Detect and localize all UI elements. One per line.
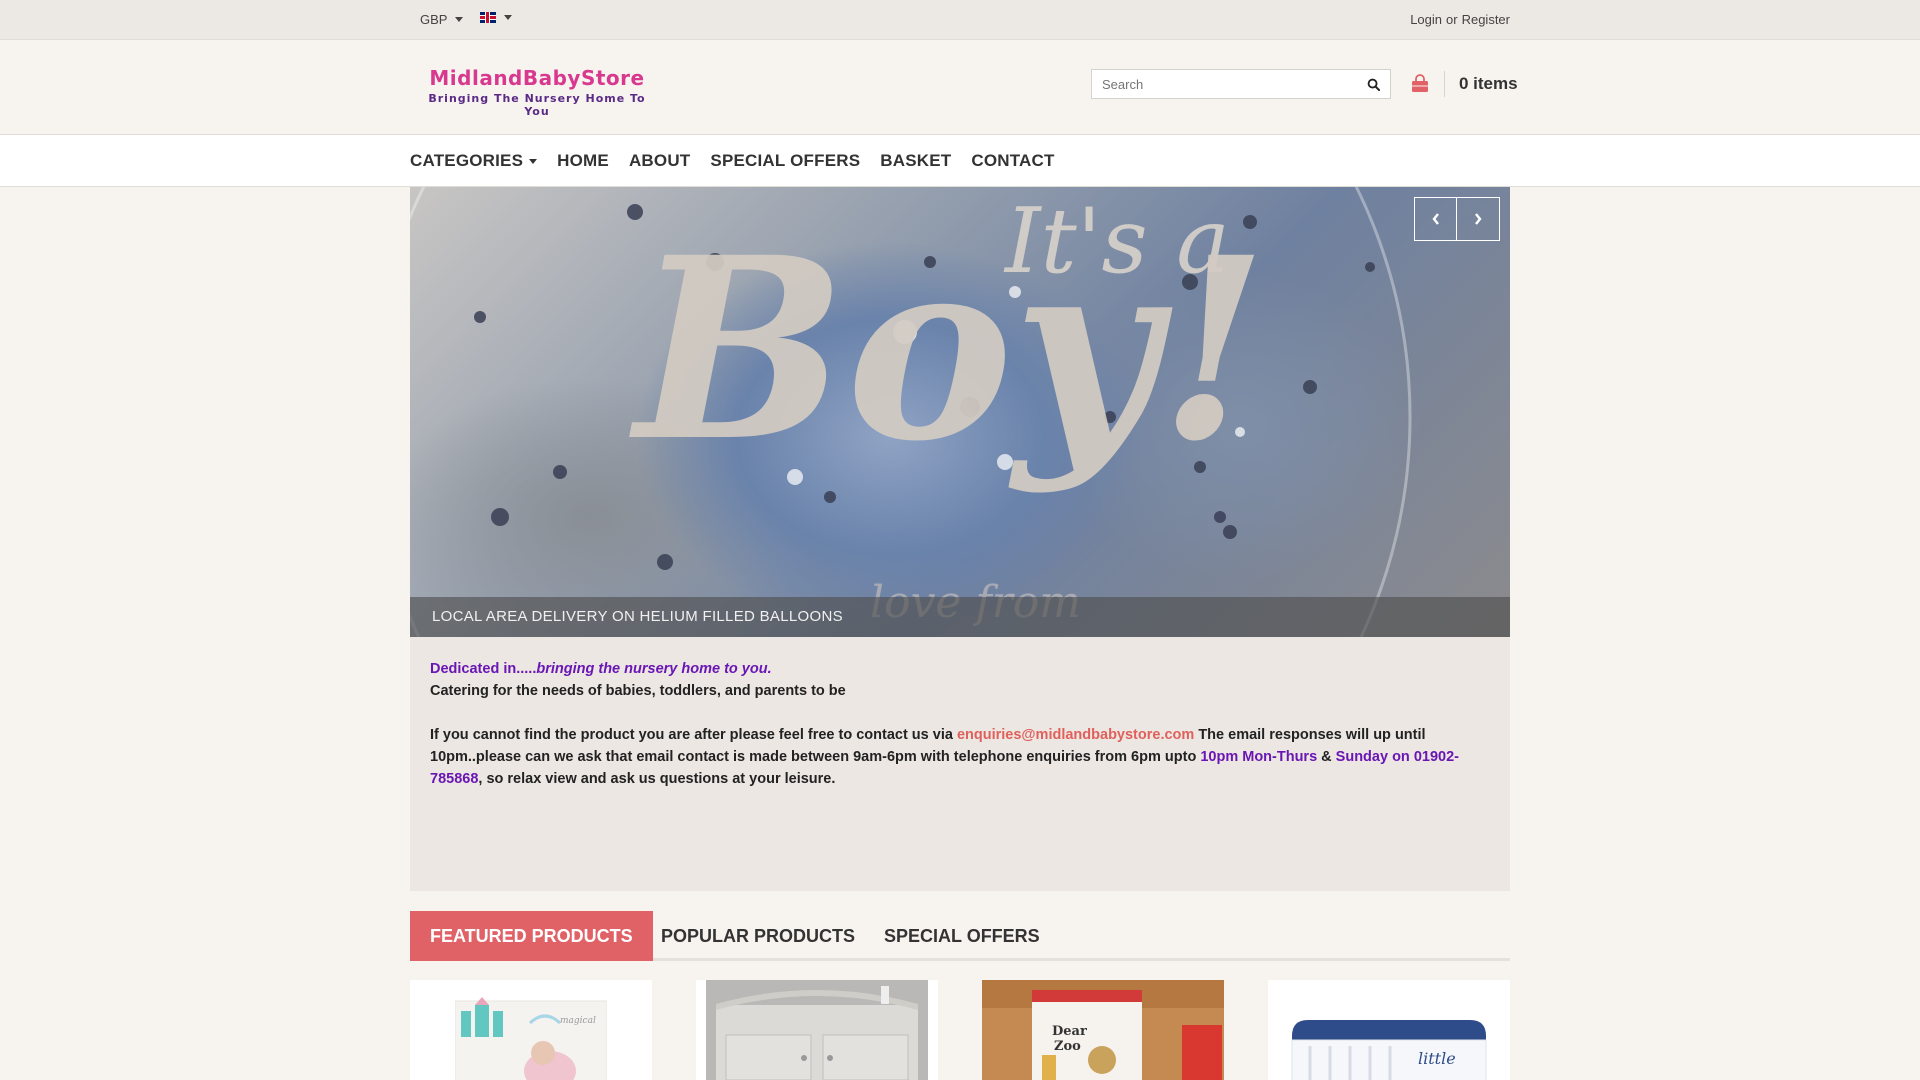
currency-label: GBP	[420, 12, 448, 27]
nav-item-label: BASKET	[880, 151, 952, 170]
catering-text: Catering for the needs of babies, toddle…	[430, 683, 846, 699]
welcome-heading: Dedicated in.....bringing the nursery ho…	[430, 658, 1490, 680]
language-selector[interactable]	[480, 12, 512, 23]
cart-divider	[1444, 71, 1445, 97]
cart-count: 0 items	[1459, 74, 1518, 93]
or-text: or	[1446, 12, 1458, 27]
svg-text:Zoo: Zoo	[1054, 1039, 1081, 1054]
nav-item-label: HOME	[557, 151, 609, 170]
hours-weekday: 10pm Mon-Thurs	[1200, 749, 1318, 765]
currency-selector[interactable]: GBP	[420, 12, 464, 27]
product-image: Dear Zoo	[982, 980, 1224, 1080]
login-link[interactable]: Login	[1410, 12, 1442, 27]
account-links: Login or Register	[1410, 12, 1510, 27]
svg-text:Dear: Dear	[1052, 1024, 1087, 1039]
nav-item-label: CATEGORIES	[410, 151, 524, 170]
chevron-right-icon	[1475, 213, 1482, 225]
contact-text: , so relax view and ask us questions at …	[478, 771, 836, 787]
product-image	[706, 980, 928, 1080]
site-logo[interactable]: MidlandBabyStore Bringing The Nursery Ho…	[422, 66, 652, 118]
amp-text: &	[1317, 749, 1336, 765]
slide-caption-bar: LOCAL AREA DELIVERY ON HELIUM FILLED BAL…	[410, 597, 1510, 637]
contact-text: If you cannot find the product you are a…	[430, 727, 957, 743]
nav-item-about[interactable]: ABOUT	[629, 151, 690, 171]
chevron-left-icon	[1431, 213, 1439, 225]
nav-item-contact[interactable]: CONTACT	[971, 151, 1054, 171]
nav-item-categories[interactable]: CATEGORIES	[410, 151, 538, 171]
register-link[interactable]: Register	[1462, 12, 1510, 27]
nav-item-special-offers[interactable]: SPECIAL OFFERS	[710, 151, 860, 171]
slider-controls	[1414, 197, 1500, 241]
svg-text:little: little	[1418, 1049, 1456, 1068]
contact-paragraph: If you cannot find the product you are a…	[430, 724, 1490, 790]
slider-next-button[interactable]	[1457, 198, 1499, 240]
nav-item-basket[interactable]: BASKET	[880, 151, 951, 171]
logo-tagline: Bringing The Nursery Home To You	[428, 92, 646, 118]
slide-caption: LOCAL AREA DELIVERY ON HELIUM FILLED BAL…	[432, 608, 843, 625]
shopping-bag-icon	[1412, 74, 1428, 92]
product-card[interactable]: little	[1268, 980, 1510, 1080]
product-tabs: FEATURED PRODUCTS POPULAR PRODUCTS SPECI…	[410, 911, 1510, 961]
product-image: little	[1290, 1016, 1488, 1080]
search-icon	[1367, 78, 1380, 91]
nav-item-label: SPECIAL OFFERS	[710, 151, 861, 170]
top-bar: GBP Login or Register	[0, 0, 1920, 40]
slider-prev-button[interactable]	[1415, 198, 1457, 240]
product-card[interactable]: magical	[410, 980, 652, 1080]
chevron-down-icon	[529, 158, 538, 164]
svg-text:magical: magical	[560, 1016, 596, 1026]
uk-flag-icon	[480, 12, 496, 23]
search-button[interactable]	[1356, 70, 1390, 98]
nav-item-label: ABOUT	[628, 151, 691, 170]
search-input[interactable]	[1092, 70, 1356, 98]
search-box	[1091, 69, 1391, 99]
product-card[interactable]: Dear Zoo	[982, 980, 1224, 1080]
main-nav: CATEGORIES HOME ABOUT SPECIAL OFFERS BAS…	[0, 135, 1920, 187]
slide-image-balloon: It's a Boy! love from	[410, 187, 1412, 637]
site-header: MidlandBabyStore Bringing The Nursery Ho…	[0, 40, 1920, 135]
email-link[interactable]: enquiries@midlandbabystore.com	[957, 727, 1194, 743]
tab-featured-products[interactable]: FEATURED PRODUCTS	[410, 911, 653, 961]
chevron-down-icon	[504, 15, 512, 20]
product-image: magical	[455, 997, 607, 1080]
tab-special-offers[interactable]: SPECIAL OFFERS	[884, 911, 1040, 961]
tagline-text: bringing the nursery home to you.	[536, 661, 772, 677]
slide-text-main: Boy!	[629, 202, 1268, 496]
tab-popular-products[interactable]: POPULAR PRODUCTS	[661, 911, 855, 961]
welcome-text-block: Dedicated in.....bringing the nursery ho…	[410, 637, 1510, 891]
cart-widget[interactable]: 0 items	[1410, 71, 1518, 97]
dedicated-text: Dedicated in.....	[430, 661, 537, 677]
nav-item-home[interactable]: HOME	[557, 151, 609, 171]
product-card[interactable]	[696, 980, 938, 1080]
chevron-down-icon	[455, 17, 464, 22]
hero-slider[interactable]: It's a Boy! love from LOCAL AREA DELIVER…	[410, 187, 1510, 637]
logo-title: MidlandBabyStore	[429, 66, 645, 90]
nav-item-label: CONTACT	[971, 151, 1055, 170]
